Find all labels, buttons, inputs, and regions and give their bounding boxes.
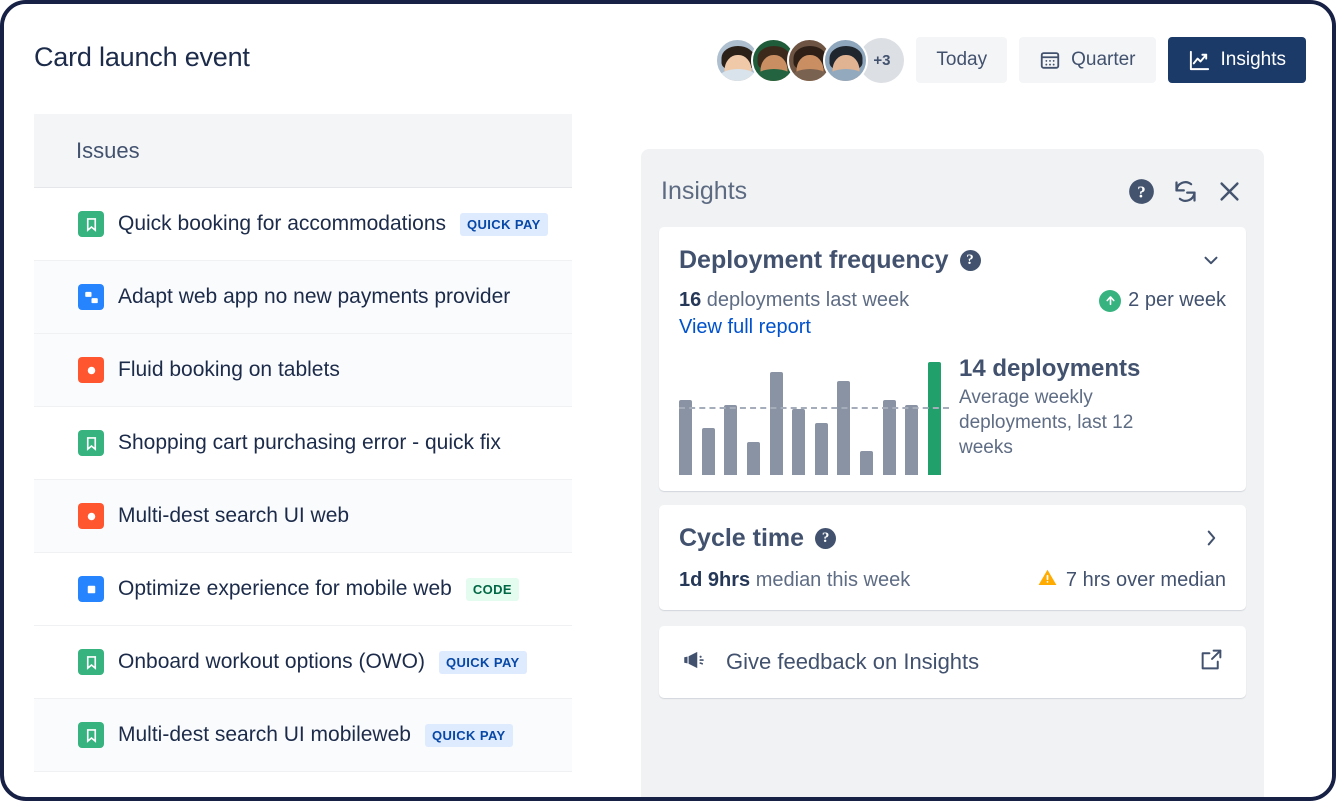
deployment-card-stats: 16 deployments last week 2 per week [679,289,1226,312]
help-icon[interactable]: ? [1126,176,1156,206]
deployment-chart-row: 14 deployments Average weekly deployment… [679,353,1226,475]
help-icon[interactable]: ? [815,528,836,549]
bug-icon [78,357,104,383]
warning-triangle-icon [1037,567,1058,594]
insights-button[interactable]: Insights [1168,37,1306,83]
page-header: Card launch event [4,4,1332,114]
issue-title: Multi-dest search UI mobileweb [118,723,411,747]
arrow-up-icon [1099,290,1121,312]
chart-caption-sub: Average weekly deployments, last 12 week… [959,385,1189,460]
deployment-bar-chart [679,353,941,475]
close-icon[interactable] [1214,176,1244,206]
cycle-stat-text: median this week [750,569,910,591]
external-link-icon[interactable] [1199,647,1224,677]
chart-caption: 14 deployments Average weekly deployment… [959,353,1189,460]
refresh-icon[interactable] [1170,176,1200,206]
deployment-stat-text: deployments last week [701,289,909,311]
avatar-group: +3 [715,38,904,83]
cycle-card-title: Cycle time [679,524,804,553]
app-window: Card launch event [0,0,1336,801]
page-title: Card launch event [34,42,250,73]
help-icon[interactable]: ? [960,250,981,271]
today-button[interactable]: Today [916,37,1007,83]
issue-title: Adapt web app no new payments provider [118,285,510,309]
issue-title: Optimize experience for mobile web [118,577,452,601]
status-badge: QUICK PAY [439,651,527,674]
chart-caption-main: 14 deployments [959,355,1189,383]
issue-title: Multi-dest search UI web [118,504,349,528]
header-controls: +3 Today Q [715,37,1306,83]
deployment-card-title: Deployment frequency [679,246,949,275]
quarter-button[interactable]: Quarter [1019,37,1155,83]
story-icon [78,430,104,456]
chart-bar [770,372,783,475]
deployment-stat-value: 16 [679,289,701,311]
chart-bar [837,381,850,475]
insights-panel: Insights ? [641,149,1264,797]
status-badge: CODE [466,578,519,601]
insights-button-label: Insights [1221,49,1286,71]
deployment-card-header: Deployment frequency ? [679,245,1226,275]
chart-bar-current [928,362,941,475]
chart-bar [747,442,760,475]
task-icon [78,576,104,602]
chart-bar [815,423,828,475]
calendar-icon [1039,49,1061,71]
feedback-label: Give feedback on Insights [726,649,979,675]
chart-bar [792,409,805,475]
avatar[interactable] [823,38,868,83]
deployment-stat: 16 deployments last week [679,289,909,312]
cycle-warning-text: 7 hrs over median [1066,569,1226,592]
insights-panel-header: Insights ? [659,169,1246,213]
cycle-time-card[interactable]: Cycle time ? 1d 9hrs median this week [659,505,1246,610]
chart-bar [702,428,715,475]
today-button-label: Today [936,49,987,71]
bug-icon [78,503,104,529]
story-icon [78,649,104,675]
svg-text:?: ? [1137,182,1145,201]
cycle-warning: 7 hrs over median [1037,567,1226,594]
cycle-card-header: Cycle time ? [679,523,1226,553]
give-feedback-row[interactable]: Give feedback on Insights [659,626,1246,698]
status-badge: QUICK PAY [460,213,548,236]
cycle-card-stats: 1d 9hrs median this week 7 hrs over medi… [679,567,1226,594]
subtask-icon [78,284,104,310]
deployment-card-title-wrap: Deployment frequency ? [679,246,981,275]
issue-title: Onboard workout options (OWO) [118,650,425,674]
view-full-report-link[interactable]: View full report [679,316,811,339]
feedback-left: Give feedback on Insights [681,647,979,678]
chart-bar [860,451,873,475]
chart-bar [724,405,737,475]
issue-title: Fluid booking on tablets [118,358,340,382]
insights-chart-icon [1188,49,1211,72]
deployment-trend-value: 2 per week [1128,289,1226,312]
insights-overlay-canvas: Insights ? [572,114,1332,797]
quarter-button-label: Quarter [1071,49,1135,71]
deployment-trend: 2 per week [1099,289,1226,312]
issues-column-header-label: Issues [76,138,140,164]
deployment-frequency-card[interactable]: Deployment frequency ? 16 deployments la… [659,227,1246,491]
story-icon [78,722,104,748]
chart-bars [679,353,941,475]
chevron-down-icon[interactable] [1196,245,1226,275]
issue-title: Quick booking for accommodations [118,212,446,236]
chart-bar [679,400,692,475]
status-badge: QUICK PAY [425,724,513,747]
issue-title: Shopping cart purchasing error - quick f… [118,431,501,455]
cycle-card-title-wrap: Cycle time ? [679,524,836,553]
chart-bar [883,400,896,475]
megaphone-icon [681,647,707,678]
insights-panel-actions: ? [1126,176,1244,206]
chart-bar [905,405,918,475]
insights-panel-title: Insights [661,177,747,206]
chevron-right-icon[interactable] [1196,523,1226,553]
cycle-stat-value: 1d 9hrs [679,569,750,591]
cycle-stat: 1d 9hrs median this week [679,569,910,592]
story-icon [78,211,104,237]
